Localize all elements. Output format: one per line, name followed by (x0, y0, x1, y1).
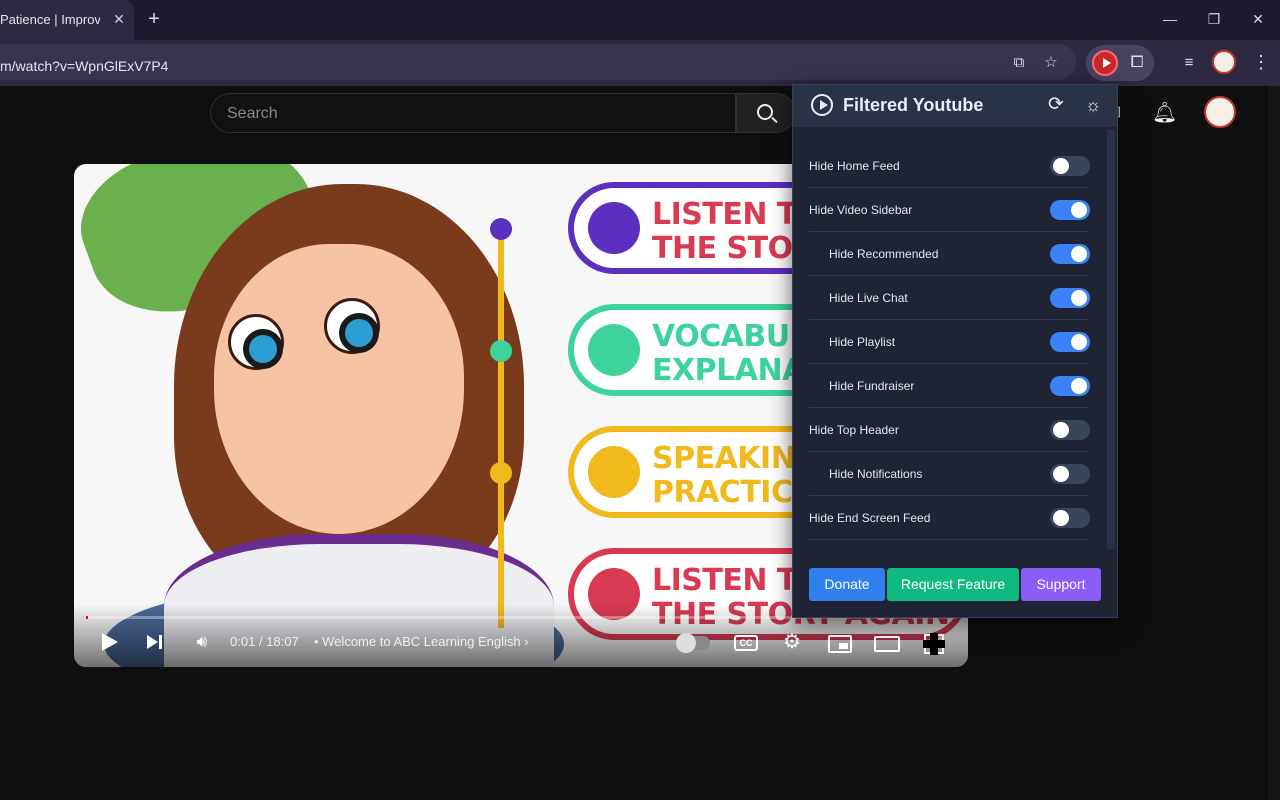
thumbnail-character-eye (324, 298, 380, 354)
autoplay-toggle[interactable] (676, 633, 710, 653)
url-text[interactable]: m/watch?v=WpnGlExV7P4 (0, 58, 168, 74)
option-toggle[interactable] (1050, 156, 1090, 176)
option-toggle[interactable] (1050, 464, 1090, 484)
window-restore-button[interactable]: ❐ (1202, 8, 1226, 30)
notifications-bell-icon[interactable]: 🔔︎ (1152, 100, 1177, 124)
option-toggle[interactable] (1050, 376, 1090, 396)
extension-group: ⧠ (1086, 45, 1154, 81)
extensions-puzzle-icon[interactable]: ⧠ (1126, 52, 1148, 74)
option-row: Hide Top Header (809, 408, 1090, 452)
tab-close-icon[interactable]: ✕ (110, 10, 128, 28)
thumbnail-step-circle (588, 202, 640, 254)
search-box (210, 93, 736, 133)
theater-mode-icon[interactable] (874, 636, 900, 652)
thumbnail-step-circle (588, 324, 640, 376)
browser-toolbar: m/watch?v=WpnGlExV7P4 ⧉ ☆ ⧠ ≡ ⋮ (0, 40, 1280, 86)
option-label: Hide End Screen Feed (809, 511, 931, 525)
option-row: Hide Fundraiser (809, 364, 1090, 408)
option-toggle[interactable] (1050, 420, 1090, 440)
option-row: Hide Recommended (809, 232, 1090, 276)
miniplayer-icon[interactable] (828, 635, 852, 653)
option-label: Hide Playlist (829, 335, 896, 349)
volume-icon[interactable]: 🔊︎ (190, 630, 214, 654)
chapter-title[interactable]: • Welcome to ABC Learning English › (314, 634, 529, 649)
progress-fill (86, 616, 88, 619)
option-label: Hide Top Header (809, 423, 899, 437)
profile-avatar[interactable] (1212, 50, 1236, 74)
thumbnail-character-eye (228, 314, 284, 370)
option-label: Hide Notifications (829, 467, 923, 481)
option-row: Hide Video Sidebar (809, 188, 1090, 232)
option-toggle[interactable] (1050, 244, 1090, 264)
thumbnail-character-face (214, 244, 464, 534)
thumbnail-timeline-dot (490, 218, 512, 240)
next-video-icon[interactable] (144, 630, 166, 654)
option-label: Hide Video Sidebar (809, 203, 913, 217)
window-minimize-button[interactable]: — (1158, 8, 1182, 30)
thumbnail-timeline (498, 228, 504, 628)
thumbnail-timeline-dot (490, 340, 512, 362)
popup-scrollbar[interactable] (1107, 129, 1115, 549)
browser-tab-bar: Patience | Improve ✕ + — ❐ ✕ (0, 0, 1280, 40)
page-scrollbar[interactable] (1268, 86, 1280, 800)
media-queue-icon[interactable]: ≡ (1178, 52, 1200, 74)
browser-tab[interactable]: Patience | Improve ✕ (0, 0, 134, 40)
option-row: Hide End Screen Feed (809, 496, 1090, 540)
popup-footer: Donate Request Feature Support (809, 568, 1103, 602)
option-toggle[interactable] (1050, 332, 1090, 352)
bookmark-star-icon[interactable]: ☆ (1040, 52, 1062, 74)
search-input[interactable] (227, 103, 707, 125)
option-toggle[interactable] (1050, 288, 1090, 308)
option-row: Hide Live Chat (809, 276, 1090, 320)
new-tab-button[interactable]: + (144, 8, 164, 30)
filtered-youtube-popup: Filtered Youtube ⟳ ☼ Hide Home Feed Hide… (792, 84, 1118, 618)
play-circle-logo-icon (811, 94, 833, 116)
time-display: 0:01 / 18:07 (230, 634, 299, 649)
request-feature-button[interactable]: Request Feature (887, 568, 1019, 601)
option-toggle[interactable] (1050, 200, 1090, 220)
option-label: Hide Home Feed (809, 159, 900, 173)
window-close-button[interactable]: ✕ (1246, 8, 1270, 30)
popup-header: Filtered Youtube ⟳ ☼ (793, 85, 1117, 127)
option-label: Hide Live Chat (829, 291, 908, 305)
option-label: Hide Recommended (829, 247, 939, 261)
support-button[interactable]: Support (1021, 568, 1101, 601)
option-row: Hide Home Feed (809, 144, 1090, 188)
option-label: Hide Fundraiser (829, 379, 915, 393)
account-avatar[interactable] (1204, 96, 1236, 128)
search-button[interactable] (736, 93, 796, 133)
filtered-youtube-extension-icon[interactable] (1092, 50, 1118, 76)
refresh-icon[interactable]: ⟳ (1045, 94, 1067, 116)
option-row: Hide Notifications (809, 452, 1090, 496)
fullscreen-icon[interactable] (923, 633, 945, 655)
option-toggle[interactable] (1050, 508, 1090, 528)
omnibox[interactable]: m/watch?v=WpnGlExV7P4 (0, 44, 1076, 80)
thumbnail-timeline-dot (490, 462, 512, 484)
popup-title: Filtered Youtube (843, 95, 984, 115)
subtitles-icon[interactable]: CC (734, 635, 758, 651)
donate-button[interactable]: Donate (809, 568, 885, 601)
play-icon[interactable] (98, 630, 120, 654)
search-icon (757, 104, 773, 120)
thumbnail-step-circle (588, 446, 640, 498)
option-row: Hide Playlist (809, 320, 1090, 364)
install-app-icon[interactable]: ⧉ (1008, 52, 1030, 74)
menu-kebab-icon[interactable]: ⋮ (1252, 50, 1270, 74)
theme-sun-icon[interactable]: ☼ (1082, 94, 1104, 116)
tab-title: Patience | Improve (0, 12, 100, 27)
settings-gear-icon[interactable]: ⚙ (780, 630, 804, 654)
options-list: Hide Home Feed Hide Video Sidebar Hide R… (809, 144, 1090, 540)
